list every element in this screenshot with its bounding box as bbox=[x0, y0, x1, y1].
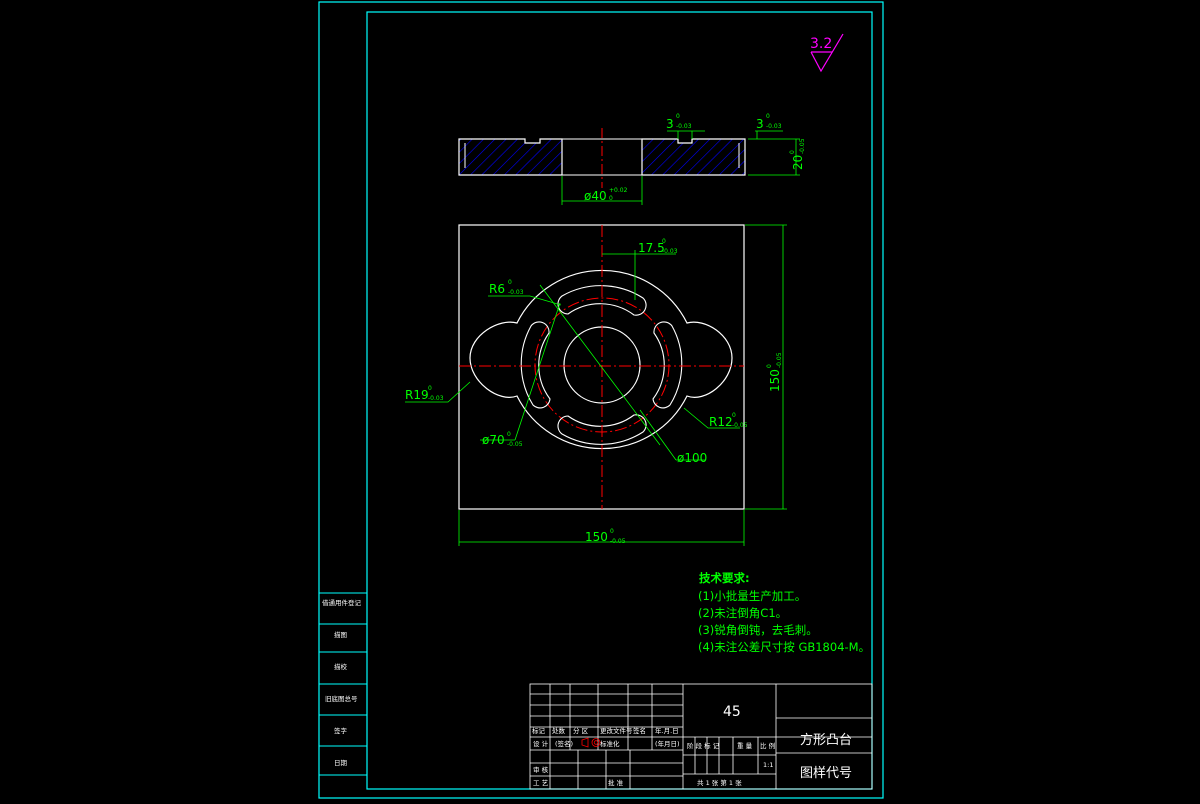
dim-groove-left: 3 bbox=[666, 117, 674, 131]
dim-r6: R6 bbox=[489, 282, 505, 296]
tb-design-label: 标准化 bbox=[600, 739, 620, 748]
drawing-sheet: 借通用件登记 描图 描校 旧底图总号 签字 日期 3.2 3 0 -0.03 3… bbox=[318, 1, 884, 799]
dim-thickness-tol-lower: -0.05 bbox=[799, 138, 806, 154]
tb-design-label: 设 计 bbox=[533, 739, 549, 748]
dim-groove-right-tol-upper: 0 bbox=[766, 113, 770, 120]
tb-row-label: 分 区 bbox=[573, 726, 589, 735]
tb-design-label: (签名) bbox=[555, 739, 573, 748]
roughness-value: 3.2 bbox=[810, 36, 832, 52]
tb-material: 45 bbox=[723, 704, 741, 720]
plan-dimensions bbox=[405, 224, 787, 546]
dim-groove-left-tol-upper: 0 bbox=[676, 113, 680, 120]
tech-item: (1)小批量生产加工。 bbox=[698, 589, 806, 603]
dim-bore: ø40 bbox=[584, 189, 607, 203]
tb-sheet-info: 共 1 张 第 1 张 bbox=[697, 778, 742, 787]
strip-label: 旧底图总号 bbox=[325, 694, 358, 703]
projection-symbol bbox=[581, 737, 601, 748]
tech-requirements: 技术要求: (1)小批量生产加工。 (2)未注倒角C1。 (3)锐角倒钝，去毛刺… bbox=[698, 571, 870, 654]
tb-drawing-code: 图样代号 bbox=[800, 766, 852, 781]
tb-row-label: 年.月.日 bbox=[655, 726, 679, 735]
strip-label: 借通用件登记 bbox=[322, 598, 362, 607]
dim-r19-tol-upper: 0 bbox=[428, 385, 432, 392]
tech-item: (2)未注倒角C1。 bbox=[698, 606, 787, 620]
left-strip-table bbox=[318, 592, 368, 776]
dim-r12-tol-lower: -0.05 bbox=[732, 422, 748, 429]
boss-outline bbox=[469, 269, 733, 450]
dim-groove-right: 3 bbox=[756, 117, 764, 131]
tb-part-name: 方形凸台 bbox=[800, 732, 852, 748]
dim-r6-tol-upper: 0 bbox=[508, 279, 512, 286]
section-left-body bbox=[458, 138, 563, 176]
tb-stage-label: 阶 段 标 记 bbox=[687, 741, 720, 750]
tb-process-label: 工 艺 bbox=[533, 779, 549, 787]
dim-height-tol-upper: 0 bbox=[766, 364, 773, 368]
dim-bore-tol-lower: 0 bbox=[609, 195, 613, 202]
dim-d70-tol-upper: 0 bbox=[507, 431, 511, 438]
dim-height: 150 bbox=[768, 369, 782, 392]
dim-thickness-tol-upper: 0 bbox=[789, 150, 796, 154]
section-right-body bbox=[641, 138, 746, 176]
sheet-frame bbox=[318, 1, 884, 799]
dim-r12: R12 bbox=[709, 415, 733, 429]
dim-slot-offset: 17.5 bbox=[638, 241, 665, 255]
strip-label: 描校 bbox=[334, 662, 348, 671]
dim-d100: ø100 bbox=[677, 451, 707, 465]
cad-drawing-canvas[interactable]: 借通用件登记 描图 描校 旧底图总号 签字 日期 3.2 3 0 -0.03 3… bbox=[0, 0, 1200, 800]
tb-row-label: 处数 bbox=[552, 726, 566, 735]
dim-d70: ø70 bbox=[482, 433, 505, 447]
tb-row-label: 签名 bbox=[633, 726, 646, 735]
tb-approve-label: 批 准 bbox=[608, 778, 624, 787]
strip-label: 描图 bbox=[334, 630, 347, 639]
tb-design-label: (年月日) bbox=[655, 739, 680, 748]
dim-groove-right-tol-lower: -0.03 bbox=[766, 123, 782, 130]
strip-label: 日期 bbox=[334, 759, 348, 767]
tb-review-label: 审 核 bbox=[533, 765, 549, 774]
tech-item: (3)锐角倒钝，去毛刺。 bbox=[698, 623, 818, 637]
dim-width: 150 bbox=[585, 530, 608, 544]
dim-width-tol-lower: -0.05 bbox=[610, 538, 626, 545]
dim-r6-tol-lower: -0.03 bbox=[508, 289, 524, 296]
tb-row-label: 更改文件号 bbox=[600, 726, 633, 735]
tech-item: (4)未注公差尺寸按 GB1804-M。 bbox=[698, 640, 870, 654]
tb-row-label: 标记 bbox=[532, 726, 546, 735]
dim-r19: R19 bbox=[405, 388, 429, 402]
dim-height-tol-lower: -0.05 bbox=[776, 352, 783, 368]
dim-slot-offset-tol-lower: -0.03 bbox=[662, 248, 678, 255]
dim-thickness: 20 bbox=[791, 155, 805, 170]
dim-r12-tol-upper: 0 bbox=[732, 412, 736, 419]
tb-stage-label: 重 量 bbox=[737, 742, 753, 750]
tb-scale: 1:1 bbox=[763, 761, 773, 769]
dim-slot-offset-tol-upper: 0 bbox=[662, 238, 666, 245]
strip-label: 签字 bbox=[334, 726, 348, 735]
dim-bore-tol-upper: +0.02 bbox=[609, 187, 628, 194]
dim-d70-tol-lower: -0.05 bbox=[507, 441, 523, 448]
tb-stage-label: 比 例 bbox=[760, 741, 775, 750]
roughness-symbol: 3.2 bbox=[810, 33, 844, 73]
tech-title: 技术要求: bbox=[699, 571, 750, 585]
dim-r19-tol-lower: -0.03 bbox=[428, 395, 444, 402]
dim-groove-left-tol-lower: -0.03 bbox=[676, 123, 692, 130]
dim-width-tol-upper: 0 bbox=[610, 528, 614, 535]
section-view bbox=[458, 128, 746, 188]
